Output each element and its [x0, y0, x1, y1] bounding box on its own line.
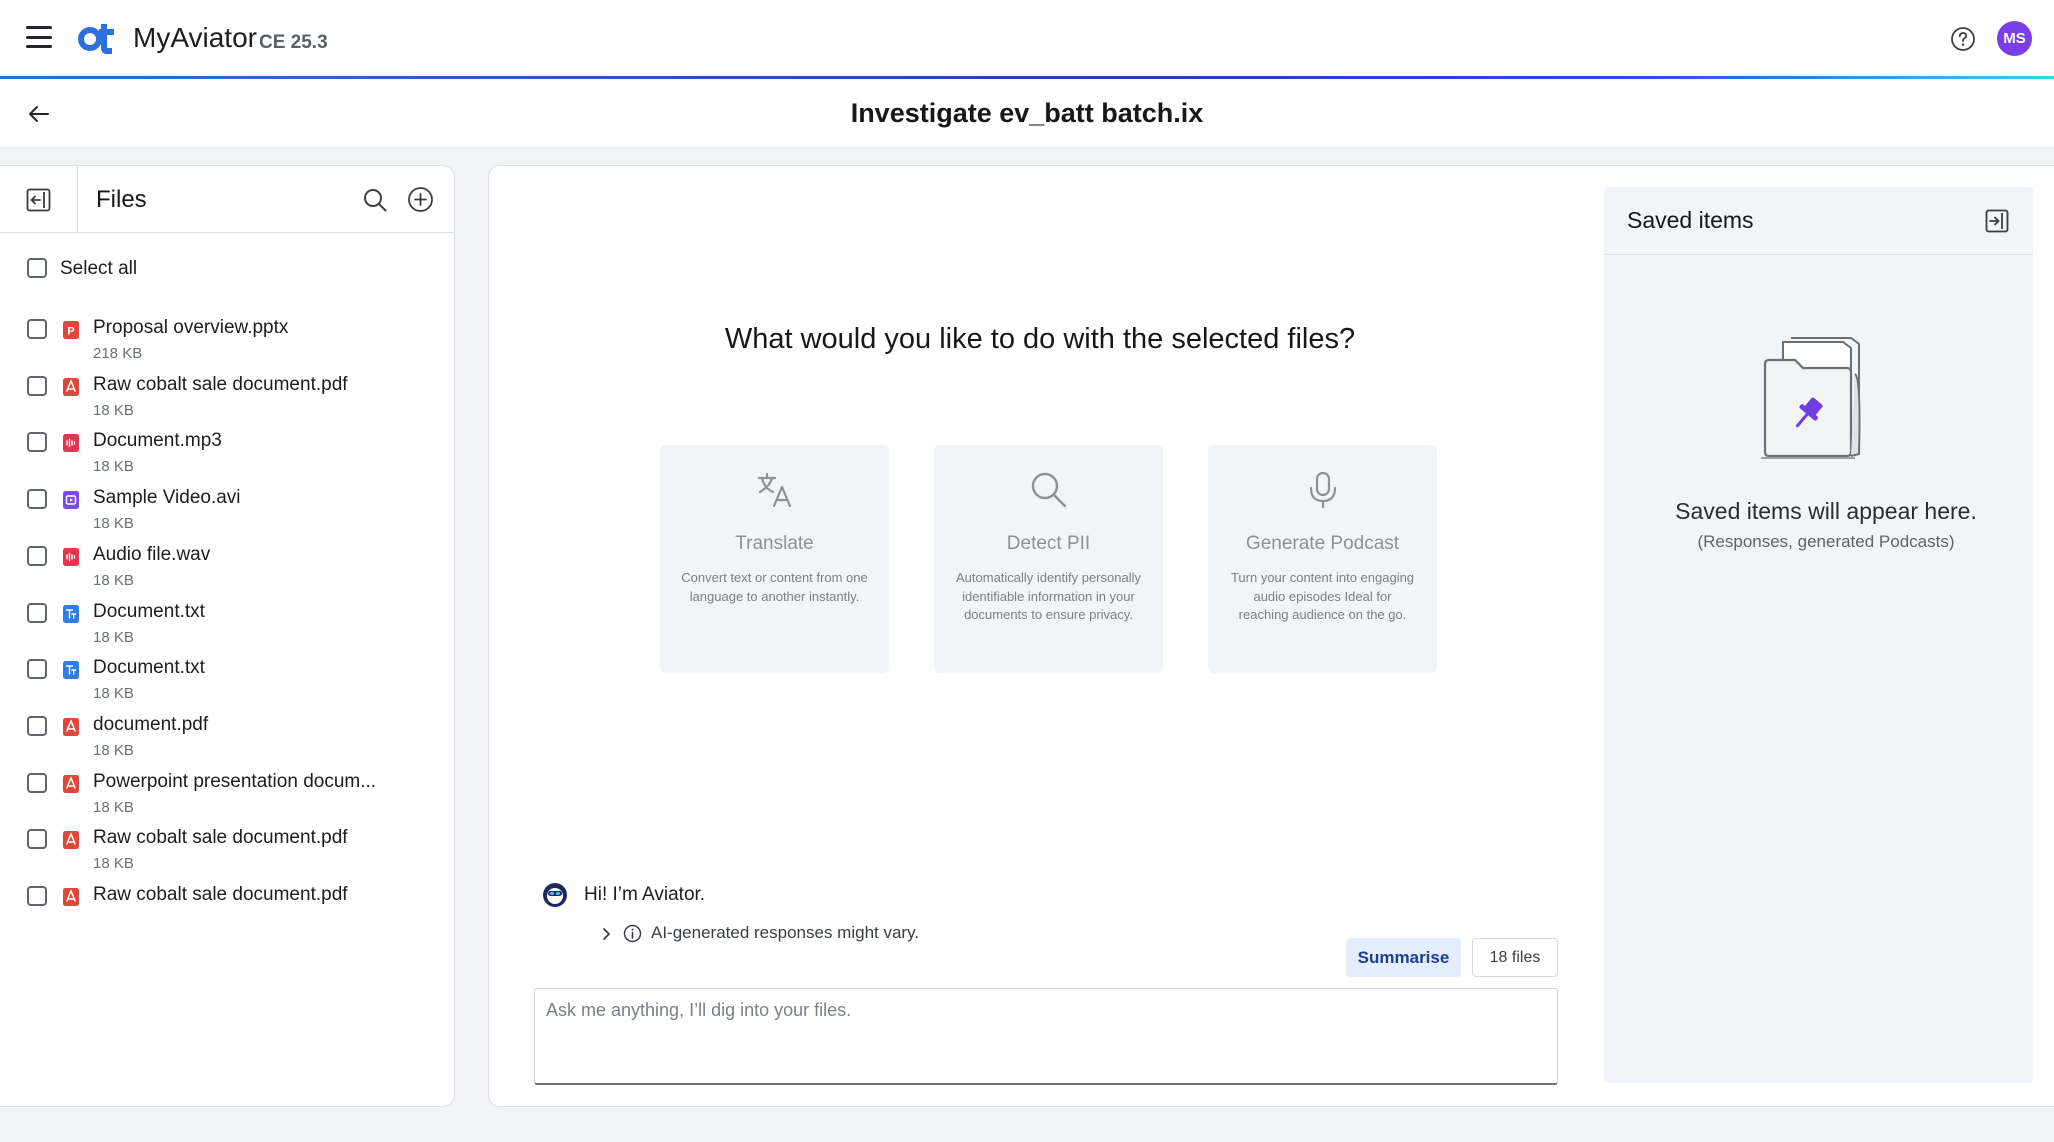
- select-all-label: Select all: [60, 258, 138, 279]
- file-size: 18 KB: [93, 458, 134, 476]
- pdf-file-icon: [63, 774, 79, 793]
- menu-icon[interactable]: [26, 26, 52, 48]
- collapse-files-button[interactable]: [0, 166, 78, 233]
- saved-items-empty-subtitle: (Responses, generated Podcasts): [1697, 532, 1955, 551]
- panel-collapse-icon: [26, 188, 51, 212]
- app-version: CE 25.3: [259, 32, 328, 53]
- file-name: Document.txt: [93, 657, 205, 679]
- files-header: Files: [0, 166, 454, 233]
- files-title: Files: [96, 186, 147, 213]
- file-size: 18 KB: [93, 798, 134, 816]
- panel-expand-icon[interactable]: [1985, 209, 2009, 233]
- saved-items-header: Saved items: [1604, 187, 2033, 255]
- file-checkbox[interactable]: [27, 829, 47, 850]
- ai-disclaimer: AI-generated responses might vary.: [651, 923, 920, 942]
- file-checkbox[interactable]: [27, 319, 47, 339]
- saved-items-panel: Saved items Saved items will appear here…: [1604, 187, 2033, 1083]
- file-size: 18 KB: [93, 855, 134, 873]
- file-checkbox[interactable]: [27, 432, 47, 453]
- translate-icon: [757, 472, 792, 508]
- file-name: Raw cobalt sale document.pdf: [93, 827, 348, 849]
- file-name: Raw cobalt sale document.pdf: [93, 884, 348, 905]
- app-name: MyAviator: [133, 22, 257, 53]
- search-icon: [1031, 472, 1067, 508]
- app-bar: MyAviator CE 25.3 MS: [0, 0, 2054, 76]
- detect-pii-card-description: Automatically identify personally identi…: [956, 570, 1141, 622]
- translate-card-description: Convert text or content from one languag…: [681, 570, 868, 604]
- microphone-icon: [1309, 471, 1337, 509]
- file-checkbox[interactable]: [27, 715, 47, 736]
- generate-podcast-card-title: Generate Podcast: [1245, 533, 1400, 554]
- aviator-avatar-icon: [543, 883, 567, 907]
- file-name: Audio file.wav: [93, 543, 211, 565]
- saved-items-title: Saved items: [1627, 207, 1754, 233]
- aviator-greeting: Hi! I’m Aviator.: [584, 884, 706, 905]
- generate-podcast-card[interactable]: Generate Podcast Turn your content into …: [1208, 445, 1437, 673]
- file-checkbox[interactable]: [27, 659, 47, 680]
- selected-files-count[interactable]: 18 files: [1472, 938, 1558, 977]
- audio-file-icon: [63, 434, 79, 453]
- file-size: 18 KB: [93, 685, 134, 703]
- pdf-file-icon: [63, 377, 79, 396]
- svg-text:P: P: [67, 326, 74, 338]
- file-size: 18 KB: [93, 401, 134, 419]
- file-size: 18 KB: [93, 571, 134, 589]
- info-icon: [623, 924, 642, 943]
- file-checkbox[interactable]: [27, 375, 47, 396]
- summarise-button[interactable]: Summarise: [1346, 938, 1461, 977]
- file-name: Raw cobalt sale document.pdf: [93, 373, 348, 395]
- chevron-right-icon[interactable]: [599, 927, 613, 941]
- opentext-logo-icon: [78, 24, 114, 54]
- files-panel: Files Select all P Proposal overview.pptx…: [0, 165, 455, 1107]
- page-title: Investigate ev_batt batch.ix: [850, 98, 1204, 128]
- file-checkbox[interactable]: [27, 772, 47, 793]
- file-size: 218 KB: [93, 345, 143, 362]
- file-name: Proposal overview.pptx: [93, 317, 289, 338]
- pdf-file-icon: [63, 831, 79, 850]
- file-size: 18 KB: [93, 515, 134, 533]
- generate-podcast-card-description: Turn your content into engaging audio ep…: [1230, 570, 1415, 622]
- file-name: Document.txt: [93, 600, 205, 622]
- detect-pii-card-title: Detect PII: [1006, 533, 1091, 554]
- pdf-file-icon: [63, 717, 79, 736]
- help-icon[interactable]: [1950, 26, 1976, 52]
- detect-pii-card[interactable]: Detect PII Automatically identify person…: [934, 445, 1163, 673]
- saved-folder-pin-icon: [1761, 337, 1861, 459]
- file-name: Document.mp3: [93, 430, 222, 452]
- pptx-file-icon: P: [63, 321, 79, 339]
- file-row[interactable]: Raw cobalt sale document.pdf: [0, 884, 454, 960]
- prompt-question: What would you like to do with the selec…: [724, 323, 1356, 355]
- file-checkbox[interactable]: [27, 489, 47, 510]
- translate-card[interactable]: Translate Convert text or content from o…: [660, 445, 889, 673]
- txt-file-icon: [63, 604, 79, 623]
- chat-input[interactable]: [534, 988, 1558, 1085]
- saved-items-empty-title: Saved items will appear here.: [1675, 498, 1977, 524]
- file-name: document.pdf: [93, 713, 209, 735]
- txt-file-icon: [63, 661, 79, 680]
- pdf-file-icon: [63, 888, 79, 906]
- translate-card-title: Translate: [735, 533, 814, 554]
- file-size: 18 KB: [93, 741, 134, 759]
- file-checkbox[interactable]: [27, 886, 47, 906]
- file-size: 18 KB: [93, 628, 134, 646]
- file-checkbox[interactable]: [27, 545, 47, 566]
- title-bar: Investigate ev_batt batch.ix: [0, 79, 2054, 148]
- file-name: Sample Video.avi: [93, 487, 241, 509]
- search-icon[interactable]: [362, 187, 388, 213]
- file-checkbox[interactable]: [27, 602, 47, 623]
- user-avatar[interactable]: MS: [1997, 21, 2032, 56]
- select-all-checkbox[interactable]: [27, 258, 47, 278]
- video-file-icon: [63, 491, 79, 510]
- file-name: Powerpoint presentation docum...: [93, 770, 377, 792]
- audio-file-icon: [63, 547, 79, 566]
- add-file-icon[interactable]: [407, 186, 434, 213]
